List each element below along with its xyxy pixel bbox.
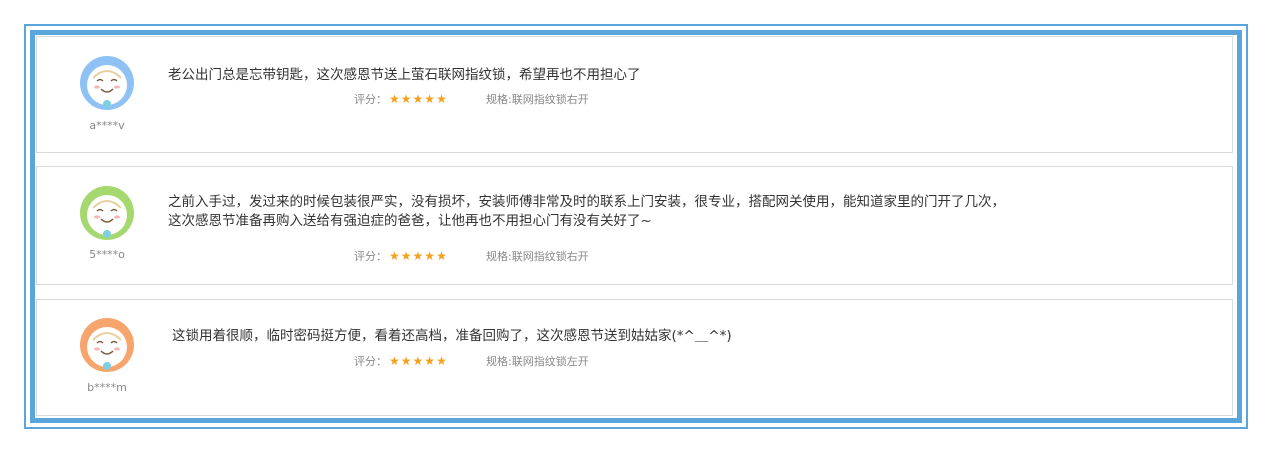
rating-stars: ★ ★ ★ ★ ★ bbox=[389, 355, 448, 367]
star-icon: ★ bbox=[389, 249, 400, 263]
product-spec: 规格:联网指纹锁右开 bbox=[486, 250, 589, 263]
avatar bbox=[80, 318, 134, 372]
product-spec: 规格:联网指纹锁右开 bbox=[486, 93, 589, 106]
star-icon: ★ bbox=[400, 92, 412, 106]
rating-label: 评分： bbox=[354, 93, 387, 106]
star-icon: ★ bbox=[400, 249, 412, 263]
avatar bbox=[80, 186, 134, 240]
star-icon: ★ bbox=[424, 354, 436, 368]
username: a****v bbox=[89, 119, 125, 132]
comment-line: 之前入手过，发过来的时候包装很严实，没有损坏，安装师傅非常及时的联系上门安装，很… bbox=[168, 194, 1005, 210]
rating: 评分： ★ ★ ★ ★ ★ bbox=[354, 91, 448, 107]
review-card bbox=[36, 299, 1233, 416]
rating-stars: ★ ★ ★ ★ ★ bbox=[389, 250, 448, 262]
rating-label: 评分： bbox=[354, 250, 387, 263]
star-icon: ★ bbox=[424, 249, 436, 263]
avatar bbox=[80, 56, 134, 110]
rating-stars: ★ ★ ★ ★ ★ bbox=[389, 93, 448, 105]
star-icon: ★ bbox=[400, 354, 412, 368]
review-comment: 这锁用着很顺，临时密码挺方便，看着还高档，准备回购了，这次感恩节送到姑姑家(*^… bbox=[172, 327, 732, 346]
star-icon: ★ bbox=[412, 92, 424, 106]
star-icon: ★ bbox=[436, 92, 447, 106]
review-comment: 之前入手过，发过来的时候包装很严实，没有损坏，安装师傅非常及时的联系上门安装，很… bbox=[168, 193, 1005, 231]
star-icon: ★ bbox=[389, 92, 400, 106]
comment-line: 老公出门总是忘带钥匙，这次感恩节送上萤石联网指纹锁，希望再也不用担心了 bbox=[168, 67, 641, 83]
rating-label: 评分： bbox=[354, 355, 387, 368]
star-icon: ★ bbox=[412, 249, 424, 263]
product-spec: 规格:联网指纹锁左开 bbox=[486, 355, 589, 368]
star-icon: ★ bbox=[436, 354, 447, 368]
username: 5****o bbox=[89, 248, 125, 261]
rating: 评分： ★ ★ ★ ★ ★ bbox=[354, 248, 448, 264]
star-icon: ★ bbox=[436, 249, 447, 263]
star-icon: ★ bbox=[424, 92, 436, 106]
star-icon: ★ bbox=[389, 354, 400, 368]
comment-line: 这锁用着很顺，临时密码挺方便，看着还高档，准备回购了，这次感恩节送到姑姑家(*^… bbox=[172, 328, 732, 344]
comment-line: 这次感恩节准备再购入送给有强迫症的爸爸，让他再也不用担心门有没有关好了~ bbox=[168, 213, 652, 229]
rating: 评分： ★ ★ ★ ★ ★ bbox=[354, 353, 448, 369]
username: b****m bbox=[87, 381, 127, 394]
star-icon: ★ bbox=[412, 354, 424, 368]
review-card bbox=[36, 36, 1233, 153]
review-comment: 老公出门总是忘带钥匙，这次感恩节送上萤石联网指纹锁，希望再也不用担心了 bbox=[168, 66, 641, 85]
